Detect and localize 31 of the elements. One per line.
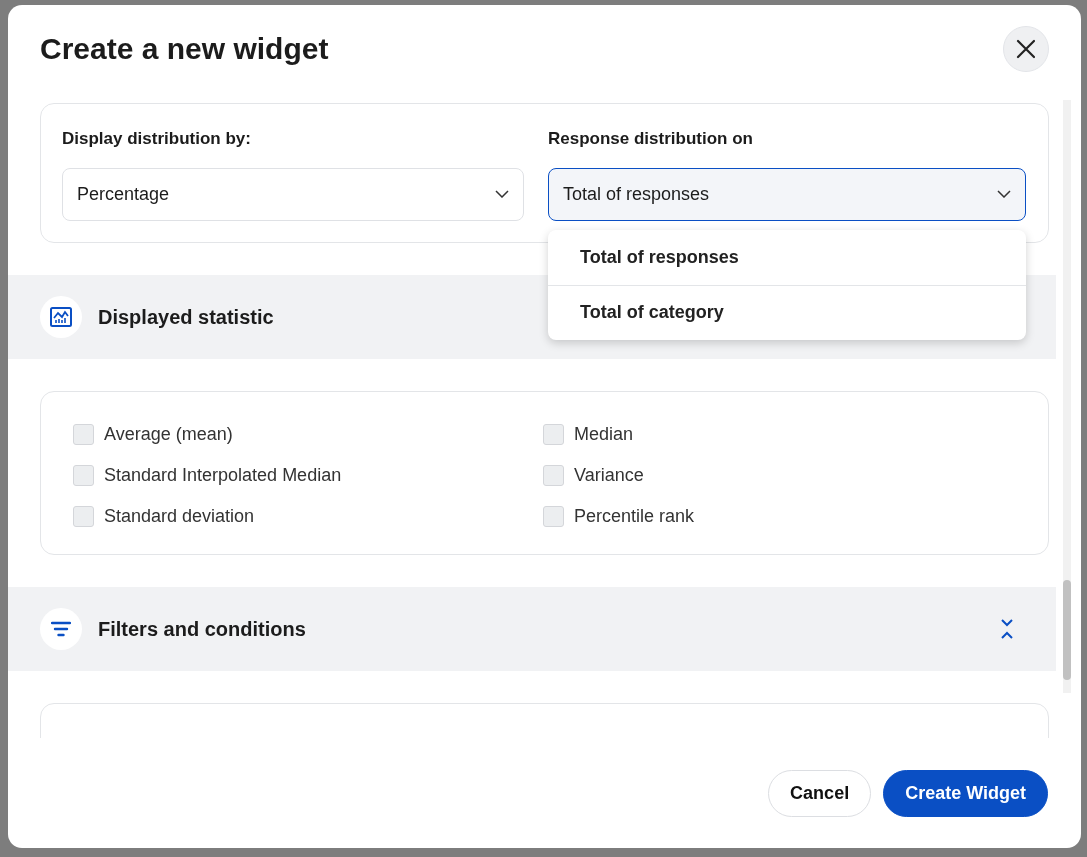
checkbox[interactable] [543, 505, 564, 527]
checkbox-label: Variance [574, 463, 644, 487]
close-icon [1016, 39, 1036, 59]
filter-icon [51, 620, 71, 637]
checkbox[interactable] [73, 505, 94, 527]
close-button[interactable] [1003, 26, 1049, 72]
display-distribution-dropdown[interactable]: Percentage [62, 167, 524, 221]
section-title: Filters and conditions [98, 616, 306, 642]
checkbox-label: Standard Interpolated Median [104, 463, 342, 487]
cancel-button[interactable]: Cancel [768, 769, 872, 817]
response-distribution-dropdown[interactable]: Total of responses [548, 167, 1026, 221]
dialog-title: Create a new widget [40, 31, 329, 67]
display-distribution-label: Display distribution by: [62, 128, 252, 150]
checkbox-label: Median [574, 422, 634, 446]
chart-icon [50, 306, 72, 327]
chevron-down-icon [495, 190, 509, 198]
scrollbar-thumb[interactable] [1063, 580, 1071, 680]
chevron-down-icon [997, 190, 1011, 198]
response-distribution-label: Response distribution on [548, 128, 754, 150]
section-title: Displayed statistic [98, 304, 274, 330]
create-widget-button[interactable]: Create Widget [883, 769, 1048, 817]
checkbox-label: Average (mean) [104, 422, 233, 446]
section-header[interactable]: Filters and conditions [8, 586, 1056, 671]
scrollbar-track[interactable] [1063, 100, 1071, 693]
checkbox[interactable] [73, 423, 94, 445]
checkbox-label: Percentile rank [574, 504, 695, 528]
collapse-chevron-icon [1000, 617, 1014, 640]
checkbox[interactable] [543, 464, 564, 486]
checkbox[interactable] [73, 464, 94, 486]
checkbox-label: Standard deviation [104, 504, 255, 528]
checkbox[interactable] [543, 423, 564, 445]
